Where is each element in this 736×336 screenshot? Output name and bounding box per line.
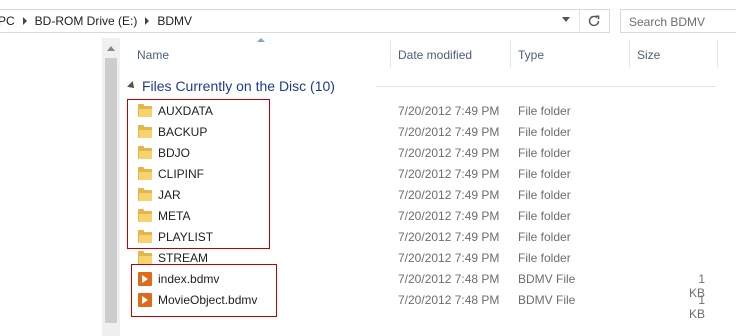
column-divider[interactable]: [629, 40, 630, 68]
file-row[interactable]: BACKUP 7/20/2012 7:49 PM File folder: [126, 122, 726, 143]
sort-ascending-icon: [257, 38, 265, 42]
column-divider[interactable]: [717, 40, 718, 68]
file-type: File folder: [518, 146, 571, 160]
file-type: File folder: [518, 167, 571, 181]
breadcrumb-chevron-icon[interactable]: [145, 17, 150, 25]
file-type: File folder: [518, 251, 571, 265]
file-row[interactable]: META 7/20/2012 7:49 PM File folder: [126, 206, 726, 227]
file-date-modified: 7/20/2012 7:49 PM: [398, 167, 500, 181]
file-name: STREAM: [158, 251, 209, 265]
column-header-size[interactable]: Size: [637, 48, 660, 62]
file-row[interactable]: index.bdmv 7/20/2012 7:48 PM BDMV File 1 KB: [126, 269, 726, 300]
column-divider[interactable]: [510, 40, 511, 68]
column-header-name[interactable]: Name: [137, 48, 169, 62]
column-divider[interactable]: [390, 40, 391, 68]
folder-icon: [138, 104, 152, 118]
file-name: PLAYLIST: [158, 230, 214, 244]
breadcrumb: PC BD-ROM Drive (E:) BDMV: [0, 10, 192, 32]
file-date-modified: 7/20/2012 7:49 PM: [398, 209, 500, 223]
folder-icon: [138, 125, 152, 139]
file-date-modified: 7/20/2012 7:49 PM: [398, 188, 500, 202]
file-row[interactable]: JAR 7/20/2012 7:49 PM File folder: [126, 185, 726, 206]
file-date-modified: 7/20/2012 7:48 PM: [398, 293, 500, 307]
search-placeholder: Search BDMV: [629, 15, 706, 29]
file-row[interactable]: BDJO 7/20/2012 7:49 PM File folder: [126, 143, 726, 164]
window-top-strip: [0, 0, 736, 8]
folder-icon: [138, 167, 152, 181]
file-row[interactable]: STREAM 7/20/2012 7:49 PM File folder: [126, 248, 726, 269]
file-row[interactable]: PLAYLIST 7/20/2012 7:49 PM File folder: [126, 227, 726, 248]
file-name: BDJO: [158, 146, 191, 160]
file-date-modified: 7/20/2012 7:49 PM: [398, 146, 500, 160]
folder-icon: [138, 146, 152, 160]
collapse-group-icon[interactable]: [127, 81, 137, 91]
scrollbar-thumb[interactable]: [105, 58, 117, 323]
column-header-date[interactable]: Date modified: [398, 48, 472, 62]
file-date-modified: 7/20/2012 7:49 PM: [398, 230, 500, 244]
file-name: AUXDATA: [158, 104, 213, 118]
file-name: MovieObject.bdmv: [158, 293, 258, 307]
file-type: File folder: [518, 188, 571, 202]
scroll-up-arrow-icon[interactable]: [107, 46, 115, 51]
file-date-modified: 7/20/2012 7:49 PM: [398, 104, 500, 118]
bdmv-file-icon: [138, 293, 152, 307]
file-type: File folder: [518, 125, 571, 139]
file-date-modified: 7/20/2012 7:48 PM: [398, 272, 500, 286]
breadcrumb-chevron-icon[interactable]: [22, 17, 27, 25]
file-type: BDMV File: [518, 293, 576, 307]
address-divider: [579, 10, 580, 32]
column-header-type[interactable]: Type: [518, 48, 544, 62]
file-name: CLIPINF: [158, 167, 205, 181]
file-date-modified: 7/20/2012 7:49 PM: [398, 125, 500, 139]
folder-icon: [138, 230, 152, 244]
file-name: BACKUP: [158, 125, 208, 139]
file-row[interactable]: CLIPINF 7/20/2012 7:49 PM File folder: [126, 164, 726, 185]
file-type: File folder: [518, 209, 571, 223]
navigation-scrollbar[interactable]: [102, 38, 120, 336]
file-type: File folder: [518, 230, 571, 244]
group-header[interactable]: Files Currently on the Disc (10): [126, 77, 726, 95]
file-type: File folder: [518, 104, 571, 118]
breadcrumb-item-pc[interactable]: PC: [0, 14, 15, 28]
group-divider-line: [376, 86, 716, 87]
bdmv-file-icon: [138, 272, 152, 286]
breadcrumb-item-drive[interactable]: BD-ROM Drive (E:): [35, 14, 138, 28]
address-bar[interactable]: PC BD-ROM Drive (E:) BDMV: [0, 9, 610, 33]
file-name: index.bdmv: [158, 272, 220, 286]
file-name: META: [158, 209, 191, 223]
search-input[interactable]: Search BDMV: [620, 9, 736, 33]
file-row[interactable]: MovieObject.bdmv 7/20/2012 7:48 PM BDMV Fi…: [126, 290, 726, 321]
file-name: JAR: [158, 188, 181, 202]
refresh-icon[interactable]: [586, 13, 602, 29]
group-title: Files Currently on the Disc (10): [142, 78, 335, 94]
file-size: 1 KB: [688, 293, 705, 321]
folder-icon: [138, 209, 152, 223]
breadcrumb-item-bdmv[interactable]: BDMV: [157, 14, 192, 28]
folder-icon: [138, 251, 152, 265]
file-type: BDMV File: [518, 272, 576, 286]
column-header-row: Name Date modified Type Size: [120, 38, 736, 68]
file-date-modified: 7/20/2012 7:49 PM: [398, 251, 500, 265]
folder-icon: [138, 188, 152, 202]
navigation-pane: [0, 38, 102, 336]
file-row[interactable]: AUXDATA 7/20/2012 7:49 PM File folder: [126, 101, 726, 122]
address-history-dropdown-icon[interactable]: [562, 17, 570, 22]
